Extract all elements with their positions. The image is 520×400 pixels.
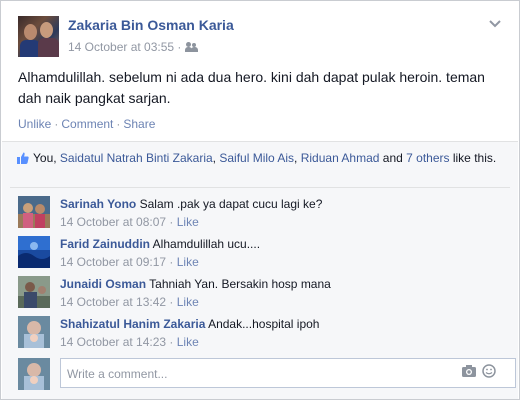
comment-timestamp[interactable]: 14 October at 14:23	[60, 335, 166, 349]
comment-item: Sarinah Yono Salam .pak ya dapat cucu la…	[18, 196, 508, 232]
liker-link[interactable]: Saiful Milo Ais	[219, 151, 294, 165]
commenter-name[interactable]: Shahizatul Hanim Zakaria	[60, 317, 205, 331]
viewer-avatar	[18, 358, 50, 390]
emoji-icon[interactable]	[482, 364, 496, 378]
comment-item: Shahizatul Hanim Zakaria Andak...hospita…	[18, 316, 508, 352]
comment-item: Junaidi Osman Tahniah Yan. Bersakin hosp…	[18, 276, 508, 312]
author-name[interactable]: Zakaria Bin Osman Karia	[68, 17, 234, 33]
comment-timestamp[interactable]: 14 October at 13:42	[60, 295, 166, 309]
comment-text: Tahniah Yan. Bersakin hosp mana	[149, 277, 331, 291]
comment-text: Andak...hospital ipoh	[208, 317, 320, 331]
comment-timestamp[interactable]: 14 October at 09:17	[60, 255, 166, 269]
comment-composer: Write a comment...	[18, 356, 516, 392]
comment-like-link[interactable]: Like	[177, 255, 199, 269]
liker-link[interactable]: Riduan Ahmad	[301, 151, 380, 165]
likes-summary: You, Saidatul Natrah Binti Zakaria, Saif…	[17, 150, 497, 166]
commenter-avatar[interactable]	[18, 276, 50, 308]
post-timestamp[interactable]: 14 October at 03:55 ·	[68, 40, 181, 54]
comment-like-link[interactable]: Like	[177, 295, 199, 309]
ufi-section: You, Saidatul Natrah Binti Zakaria, Saif…	[2, 141, 518, 399]
comment-text: Salam .pak ya dapat cucu lagi ke?	[139, 197, 323, 211]
commenter-avatar[interactable]	[18, 316, 50, 348]
divider	[10, 187, 510, 188]
commenter-name[interactable]: Farid Zainuddin	[60, 237, 150, 251]
commenter-name[interactable]: Junaidi Osman	[60, 277, 146, 291]
post-meta: 14 October at 03:55 ·	[68, 40, 199, 54]
comment-item: Farid Zainuddin Alhamdulillah ucu.... 14…	[18, 236, 508, 272]
liker-link[interactable]: Saidatul Natrah Binti Zakaria	[60, 151, 213, 165]
unlike-link[interactable]: Unlike	[18, 117, 51, 131]
comment-timestamp[interactable]: 14 October at 08:07	[60, 215, 166, 229]
post-text: Alhamdulillah. sebelum ni ada dua hero. …	[18, 69, 485, 106]
commenter-avatar[interactable]	[18, 236, 50, 268]
commenter-avatar[interactable]	[18, 196, 50, 228]
post-actions: Unlike · Comment · Share	[18, 117, 156, 131]
author-avatar[interactable]	[18, 16, 59, 57]
comment-like-link[interactable]: Like	[177, 335, 199, 349]
commenter-name[interactable]: Sarinah Yono	[60, 197, 136, 211]
comment-link[interactable]: Comment	[61, 117, 113, 131]
post-header: Zakaria Bin Osman Karia 14 October at 03…	[18, 16, 504, 60]
comment-text: Alhamdulillah ucu....	[152, 237, 261, 251]
thumbs-up-icon	[17, 152, 29, 164]
friends-icon[interactable]	[185, 42, 199, 52]
post-card: Zakaria Bin Osman Karia 14 October at 03…	[0, 0, 520, 400]
comment-like-link[interactable]: Like	[177, 215, 199, 229]
camera-icon[interactable]	[462, 365, 476, 377]
comment-input[interactable]: Write a comment...	[60, 358, 516, 388]
chevron-down-icon[interactable]	[488, 18, 502, 30]
share-link[interactable]: Share	[123, 117, 155, 131]
others-likers-link[interactable]: 7 others	[406, 151, 449, 165]
